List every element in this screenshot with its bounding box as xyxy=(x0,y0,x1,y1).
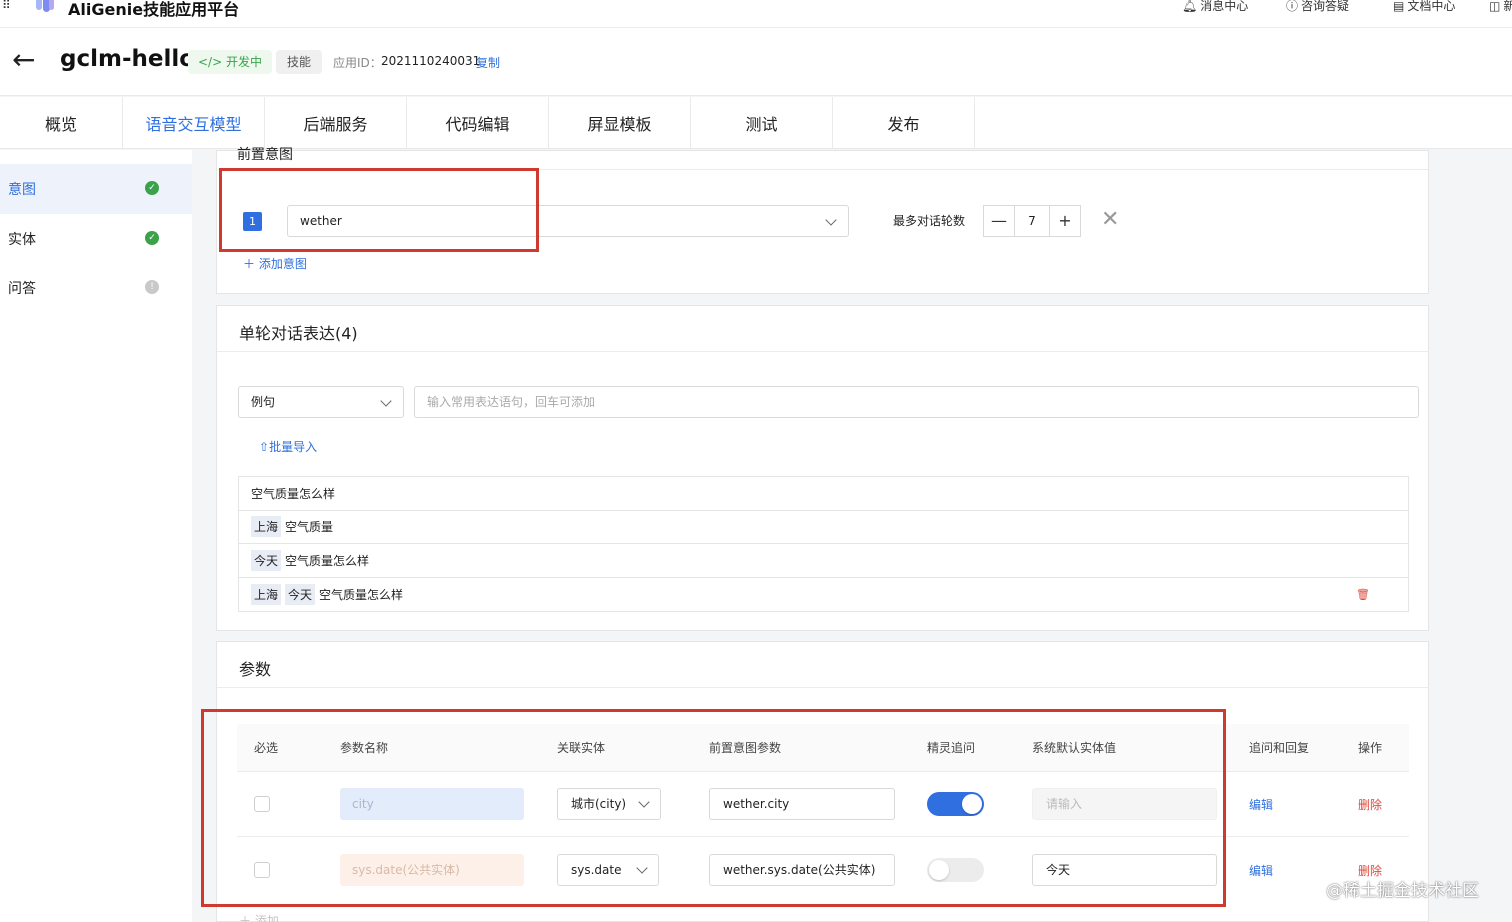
project-header: ← gclm-hello </> 开发中 技能 应用ID： 2021110240… xyxy=(0,28,1512,96)
tab-test[interactable]: 测试 xyxy=(691,97,833,149)
trash-icon[interactable]: 🗑︎ xyxy=(1356,588,1370,601)
upload-icon: ⇧ xyxy=(259,440,270,454)
increment-button[interactable]: + xyxy=(1049,205,1081,237)
new-label: 新 xyxy=(1503,0,1512,13)
consult-label: 咨询答疑 xyxy=(1301,0,1350,13)
add-param-label: 添加 xyxy=(254,914,279,922)
top-bar: ⠿ AliGenie技能应用平台 🔔︎ 消息中心 ⓘ 咨询答疑 ▤ 文档中心 ◫ 新 xyxy=(0,0,1512,28)
params-title: 参数 xyxy=(239,660,272,679)
expression-input[interactable]: 输入常用表达语句，回车可添加 xyxy=(414,386,1419,418)
plus-icon: ＋ xyxy=(243,257,259,271)
sidebar-item-entity[interactable]: 实体 ✓ xyxy=(0,214,192,264)
aligenie-logo-icon xyxy=(36,0,54,12)
tab-publish[interactable]: 发布 xyxy=(833,97,975,149)
window-icon: ◫ xyxy=(1489,0,1501,13)
delete-link[interactable]: 删除 xyxy=(1358,796,1382,813)
sidebar-item-label: 问答 xyxy=(8,281,36,297)
expression-text: 空气质量 xyxy=(285,520,334,535)
list-item[interactable]: 上海 空气质量 xyxy=(239,511,1408,544)
plus-icon: ＋ xyxy=(239,914,255,922)
doc-icon: ▤ xyxy=(1393,0,1405,13)
max-turns-label: 最多对话轮数 xyxy=(893,214,966,228)
platform-title: AliGenie技能应用平台 xyxy=(68,0,240,19)
check-icon: ✓ xyxy=(145,181,159,195)
help-icon: ⓘ xyxy=(1286,0,1299,13)
message-center-link[interactable]: 🔔︎ 消息中心 xyxy=(1182,0,1248,14)
add-intent-label: 添加意图 xyxy=(258,257,307,271)
expression-text: 空气质量怎么样 xyxy=(319,587,404,602)
close-icon[interactable]: ✕ xyxy=(1101,209,1119,231)
chevron-down-icon xyxy=(380,395,392,407)
edit-link[interactable]: 编辑 xyxy=(1249,862,1273,879)
list-item[interactable]: 今天 空气质量怎么样 xyxy=(239,544,1408,578)
pre-intent-title: 前置意图 xyxy=(237,147,293,163)
divider xyxy=(217,687,1428,688)
watermark: @稀土掘金技术社区 xyxy=(1326,881,1479,901)
appid-label: 应用ID： xyxy=(333,56,382,70)
sidebar-item-intent[interactable]: 意图 ✓ xyxy=(0,164,192,214)
expression-type-select[interactable]: 例句 xyxy=(238,386,404,418)
decrement-button[interactable]: — xyxy=(983,205,1015,237)
sidebar-item-label: 实体 xyxy=(8,232,36,248)
col-actions: 操作 xyxy=(1358,741,1383,755)
divider xyxy=(217,351,1428,352)
docs-link[interactable]: ▤ 文档中心 xyxy=(1393,0,1455,14)
tab-voice-model[interactable]: 语音交互模型 xyxy=(123,97,265,149)
add-param-link[interactable]: ＋ 添加 xyxy=(239,912,279,922)
expression-text: 空气质量怎么样 xyxy=(251,486,336,501)
slot-tag[interactable]: 上海 xyxy=(251,516,282,538)
tab-screen-template[interactable]: 屏显模板 xyxy=(549,97,691,149)
project-name: gclm-hello xyxy=(60,46,196,72)
main-tabs: 概览 语音交互模型 后端服务 代码编辑 屏显模板 测试 发布 xyxy=(0,97,1512,149)
highlight-box xyxy=(201,709,1226,907)
copy-appid-link[interactable]: 复制 xyxy=(476,54,500,71)
status-badge: </> 开发中 xyxy=(188,50,272,74)
info-icon: ! xyxy=(145,280,159,294)
docs-label: 文档中心 xyxy=(1407,0,1456,13)
expressions-title: 单轮对话表达(4) xyxy=(239,324,358,343)
expression-text: 空气质量怎么样 xyxy=(285,553,370,568)
appid-value: 2021110240031 xyxy=(381,54,481,68)
consult-link[interactable]: ⓘ 咨询答疑 xyxy=(1286,0,1349,14)
batch-import-label: 批量导入 xyxy=(269,440,318,454)
sidebar: 意图 ✓ 实体 ✓ 问答 ! xyxy=(0,150,192,922)
tab-code-edit[interactable]: 代码编辑 xyxy=(407,97,549,149)
edit-link[interactable]: 编辑 xyxy=(1249,796,1273,813)
slot-tag[interactable]: 上海 xyxy=(251,583,282,605)
chevron-down-icon xyxy=(825,214,837,226)
code-icon: </> xyxy=(198,55,226,69)
type-badge: 技能 xyxy=(276,50,323,74)
app-grid-icon[interactable]: ⠿ xyxy=(2,0,16,11)
check-icon: ✓ xyxy=(145,231,159,245)
tab-overview[interactable]: 概览 xyxy=(0,97,123,149)
bell-icon: 🔔︎ xyxy=(1182,0,1198,13)
slot-tag[interactable]: 今天 xyxy=(251,549,282,571)
tab-backend[interactable]: 后端服务 xyxy=(265,97,407,149)
expression-list: 空气质量怎么样 上海 空气质量 今天 空气质量怎么样 上海 今天 空气质量怎么样… xyxy=(238,476,1409,612)
list-item[interactable]: 上海 今天 空气质量怎么样 🗑︎ xyxy=(239,578,1408,612)
list-item[interactable]: 空气质量怎么样 xyxy=(239,477,1408,511)
sidebar-item-label: 意图 xyxy=(8,182,36,198)
new-link[interactable]: ◫ 新 xyxy=(1489,0,1512,14)
message-center-label: 消息中心 xyxy=(1200,0,1249,13)
status-badge-label: 开发中 xyxy=(225,55,262,69)
add-intent-link[interactable]: ＋ 添加意图 xyxy=(243,255,307,272)
batch-import-link[interactable]: ⇧批量导入 xyxy=(259,438,317,455)
expression-type-value: 例句 xyxy=(251,395,276,409)
expressions-card: 单轮对话表达(4) 例句 输入常用表达语句，回车可添加 ⇧批量导入 空气质量怎么… xyxy=(216,305,1429,631)
max-turns-value[interactable]: 7 xyxy=(1015,205,1049,237)
col-reply: 追问和回复 xyxy=(1249,741,1310,755)
max-turns-stepper: — 7 + xyxy=(983,205,1081,237)
back-arrow-icon[interactable]: ← xyxy=(12,46,35,74)
highlight-box xyxy=(219,168,539,252)
slot-tag[interactable]: 今天 xyxy=(285,583,316,605)
sidebar-item-qa[interactable]: 问答 ! xyxy=(0,263,192,313)
